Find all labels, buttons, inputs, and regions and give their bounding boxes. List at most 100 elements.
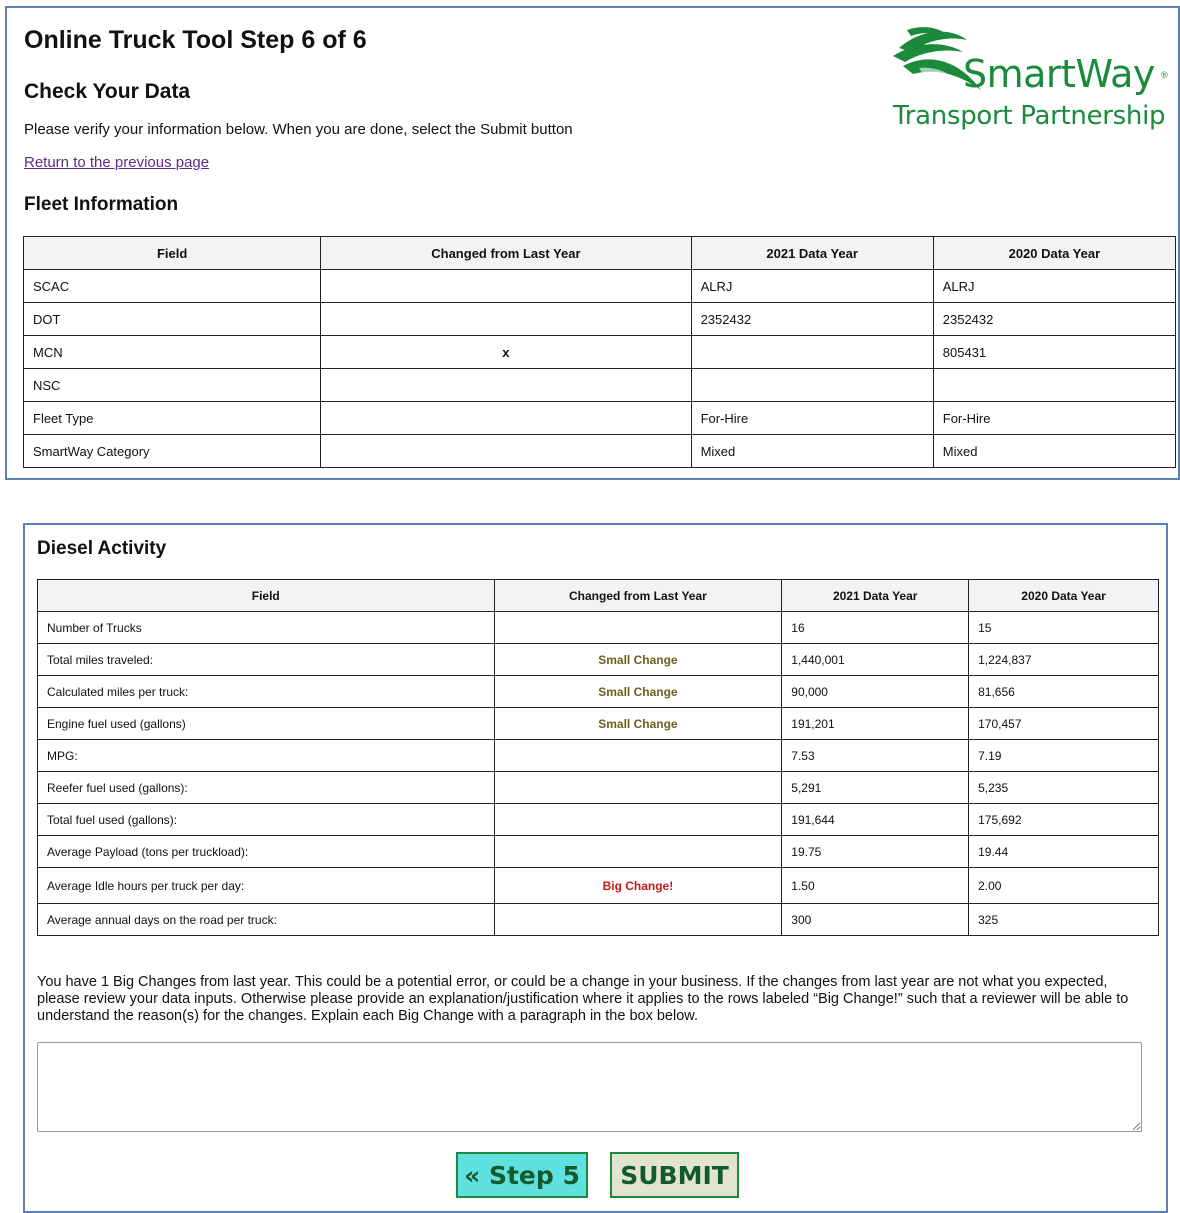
smartway-logo: SmartWay ® Transport Partnership (885, 26, 1175, 138)
intro-text: Please verify your information below. Wh… (24, 121, 573, 138)
table-header-row: Field Changed from Last Year 2021 Data Y… (37, 579, 1159, 612)
year-2020-cell: 81,656 (968, 675, 1159, 708)
field-cell: Total fuel used (gallons): (37, 803, 495, 836)
field-cell: Average Payload (tons per truckload): (37, 835, 495, 868)
small-change-badge: Small Change (493, 707, 783, 740)
big-change-justification-textarea[interactable] (37, 1042, 1142, 1132)
table-row: DOT 2352432 2352432 (22, 302, 1177, 336)
year-2021-cell: ALRJ (690, 269, 934, 303)
column-header: 2021 Data Year (690, 236, 934, 270)
year-2021-cell: 191,644 (781, 803, 970, 836)
column-header: 2020 Data Year (968, 579, 1159, 612)
column-header: 2021 Data Year (781, 579, 970, 612)
table-row: Total fuel used (gallons): 191,644 175,6… (37, 803, 1159, 836)
changed-cell (320, 434, 692, 468)
field-cell: Fleet Type (22, 401, 322, 435)
year-2020-cell: 805431 (932, 335, 1177, 369)
fleet-table: Field Changed from Last Year 2021 Data Y… (22, 236, 1177, 468)
column-header: Field (37, 579, 495, 612)
big-change-badge: Big Change! (493, 867, 783, 904)
table-row: Total miles traveled: Small Change 1,440… (37, 643, 1159, 676)
fleet-panel: Online Truck Tool Step 6 of 6 Check Your… (5, 6, 1180, 480)
table-row: SmartWay Category Mixed Mixed (22, 434, 1177, 468)
year-2021-cell: 16 (781, 611, 970, 644)
year-2021-cell: 5,291 (781, 771, 970, 804)
logo-wordmark: SmartWay (963, 52, 1155, 96)
changed-cell (493, 803, 783, 836)
column-header: Field (22, 236, 322, 270)
table-row: Average annual days on the road per truc… (37, 903, 1159, 936)
year-2020-cell: 7.19 (968, 739, 1159, 772)
year-2021-cell: For-Hire (690, 401, 934, 435)
year-2020-cell: Mixed (932, 434, 1177, 468)
year-2021-cell: 90,000 (781, 675, 970, 708)
table-row: NSC (22, 368, 1177, 402)
year-2021-cell: 19.75 (781, 835, 970, 868)
year-2020-cell: 2.00 (968, 867, 1159, 904)
table-row: Fleet Type For-Hire For-Hire (22, 401, 1177, 435)
big-change-explanation-text: You have 1 Big Changes from last year. T… (37, 974, 1129, 1024)
changed-cell (493, 835, 783, 868)
year-2020-cell: ALRJ (932, 269, 1177, 303)
year-2020-cell: 2352432 (932, 302, 1177, 336)
year-2020-cell (932, 368, 1177, 402)
changed-cell (493, 771, 783, 804)
table-row: SCAC ALRJ ALRJ (22, 269, 1177, 303)
changed-cell (493, 611, 783, 644)
logo-registered-mark: ® (1161, 70, 1168, 80)
changed-cell (320, 368, 692, 402)
submit-button[interactable]: SUBMIT (610, 1152, 739, 1198)
field-cell: MPG: (37, 739, 495, 772)
column-header: Changed from Last Year (320, 236, 692, 270)
small-change-badge: Small Change (493, 675, 783, 708)
logo-tagline: Transport Partnership (893, 101, 1166, 131)
changed-cell (493, 903, 783, 936)
diesel-section-heading: Diesel Activity (37, 538, 167, 559)
field-cell: MCN (22, 335, 322, 369)
table-row: Calculated miles per truck: Small Change… (37, 675, 1159, 708)
year-2021-cell (690, 335, 934, 369)
field-cell: Reefer fuel used (gallons): (37, 771, 495, 804)
field-cell: Calculated miles per truck: (37, 675, 495, 708)
year-2020-cell: 325 (968, 903, 1159, 936)
year-2021-cell: Mixed (690, 434, 934, 468)
year-2020-cell: 15 (968, 611, 1159, 644)
fleet-section-heading: Fleet Information (24, 194, 179, 215)
small-change-badge: Small Change (493, 643, 783, 676)
field-cell: Total miles traveled: (37, 643, 495, 676)
changed-cell (320, 401, 692, 435)
return-previous-link[interactable]: Return to the previous page (24, 154, 209, 171)
year-2021-cell: 2352432 (690, 302, 934, 336)
previous-step-button[interactable]: « Step 5 (456, 1152, 588, 1198)
field-cell: Average Idle hours per truck per day: (37, 867, 495, 904)
field-cell: Engine fuel used (gallons) (37, 707, 495, 740)
table-row: Number of Trucks 16 15 (37, 611, 1159, 644)
changed-cell (493, 739, 783, 772)
field-cell: Number of Trucks (37, 611, 495, 644)
year-2020-cell: 1,224,837 (968, 643, 1159, 676)
table-row: Average Idle hours per truck per day: Bi… (37, 867, 1159, 904)
field-cell: SCAC (22, 269, 322, 303)
year-2021-cell: 7.53 (781, 739, 970, 772)
table-header-row: Field Changed from Last Year 2021 Data Y… (22, 236, 1177, 270)
year-2021-cell: 300 (781, 903, 970, 936)
year-2020-cell: 19.44 (968, 835, 1159, 868)
table-row: MPG: 7.53 7.19 (37, 739, 1159, 772)
diesel-panel: Diesel Activity Field Changed from Last … (23, 523, 1168, 1213)
year-2021-cell (690, 368, 934, 402)
field-cell: Average annual days on the road per truc… (37, 903, 495, 936)
changed-cell (320, 302, 692, 336)
table-row: Reefer fuel used (gallons): 5,291 5,235 (37, 771, 1159, 804)
year-2021-cell: 191,201 (781, 707, 970, 740)
year-2020-cell: 175,692 (968, 803, 1159, 836)
year-2020-cell: For-Hire (932, 401, 1177, 435)
changed-cell (320, 269, 692, 303)
table-row: Average Payload (tons per truckload): 19… (37, 835, 1159, 868)
table-row: MCN x 805431 (22, 335, 1177, 369)
year-2020-cell: 170,457 (968, 707, 1159, 740)
field-cell: DOT (22, 302, 322, 336)
table-row: Engine fuel used (gallons) Small Change … (37, 707, 1159, 740)
field-cell: NSC (22, 368, 322, 402)
column-header: 2020 Data Year (932, 236, 1177, 270)
column-header: Changed from Last Year (493, 579, 783, 612)
